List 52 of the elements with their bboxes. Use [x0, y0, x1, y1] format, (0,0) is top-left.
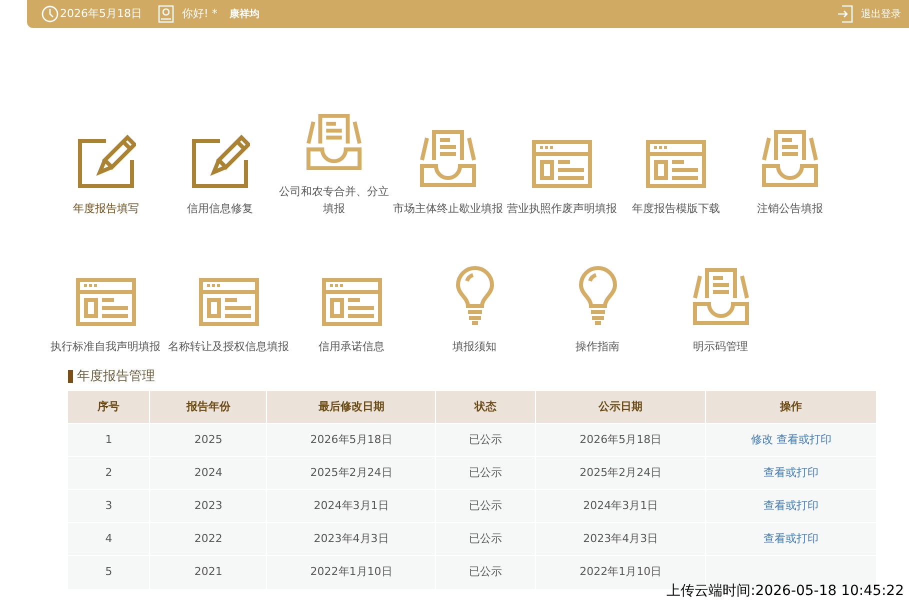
action-link[interactable]: 查看或打印 [776, 432, 832, 446]
table-cell: 3 [68, 490, 150, 522]
table-cell: 已公示 [436, 490, 536, 522]
section-title: 年度报告管理 [77, 368, 155, 386]
table-cell: 2024年3月1日 [266, 490, 436, 522]
table-cell: 已公示 [436, 456, 536, 490]
action-link[interactable]: 查看或打印 [764, 498, 819, 512]
action-link[interactable]: 查看或打印 [764, 532, 819, 545]
table-cell: 2022 [150, 522, 267, 556]
menu-tile-label[interactable]: 操作指南 [576, 338, 620, 355]
table-cell: 2023 [150, 490, 267, 522]
column-header: 报告年份 [150, 390, 267, 424]
table-cell: 已公示 [436, 556, 536, 588]
table-cell: 2025年2月24日 [266, 456, 436, 490]
column-header: 操作 [706, 390, 876, 424]
menu-tile-label[interactable]: 信用承诺信息 [318, 338, 384, 355]
column-header: 最后修改日期 [266, 390, 436, 424]
menu-tile-label[interactable]: 名称转让及授权信息填报 [168, 338, 289, 355]
menu-tile-label[interactable]: 年度报告模版下载 [632, 200, 720, 217]
table-cell: 2025年2月24日 [536, 456, 706, 490]
table-cell: 2026年5月18日 [536, 424, 706, 456]
table-cell: 5 [68, 556, 150, 588]
table-cell: 4 [68, 522, 150, 556]
table-cell: 2024年3月1日 [536, 490, 706, 522]
table-cell: 2024 [150, 456, 267, 490]
menu-tile-label[interactable]: 执行标准自我声明填报 [50, 338, 160, 355]
menu-tile-label[interactable]: 填报须知 [452, 338, 496, 355]
table-cell: 2025 [150, 424, 267, 456]
menu-tile-label[interactable]: 年度报告填写 [73, 200, 139, 217]
action-link[interactable]: 修改 [750, 432, 773, 446]
column-header: 序号 [68, 390, 150, 424]
column-header: 公示日期 [536, 390, 706, 424]
table-cell: 2023年4月3日 [536, 522, 706, 556]
action-link[interactable]: 查看或打印 [764, 466, 819, 479]
menu-tile-label[interactable]: 营业执照作废声明填报 [507, 200, 617, 217]
table-cell: 1 [68, 424, 150, 456]
greeting-text: 你好! * [182, 6, 218, 22]
menu-tile-label[interactable]: 信用信息修复 [187, 200, 253, 217]
menu-tile-label[interactable]: 公司和农专合并、分立填报 [277, 183, 391, 217]
column-header: 状态 [436, 390, 536, 424]
user-name: 康祥均 [229, 8, 260, 22]
table-cell: 2 [68, 456, 150, 490]
table-cell: 2021 [150, 556, 267, 588]
table-cell: 2023年4月3日 [266, 522, 436, 556]
menu-tile-label[interactable]: 市场主体终止歇业填报 [393, 200, 503, 217]
table-cell: 已公示 [436, 424, 536, 456]
table-cell: 已公示 [436, 522, 536, 556]
table-cell: 2026年5月18日 [266, 424, 436, 456]
menu-tile-label[interactable]: 明示码管理 [693, 338, 748, 355]
table-cell: 2022年1月10日 [266, 556, 436, 588]
date-text: 2026年5月18日 [60, 6, 142, 22]
menu-tile-label[interactable]: 注销公告填报 [757, 200, 823, 217]
